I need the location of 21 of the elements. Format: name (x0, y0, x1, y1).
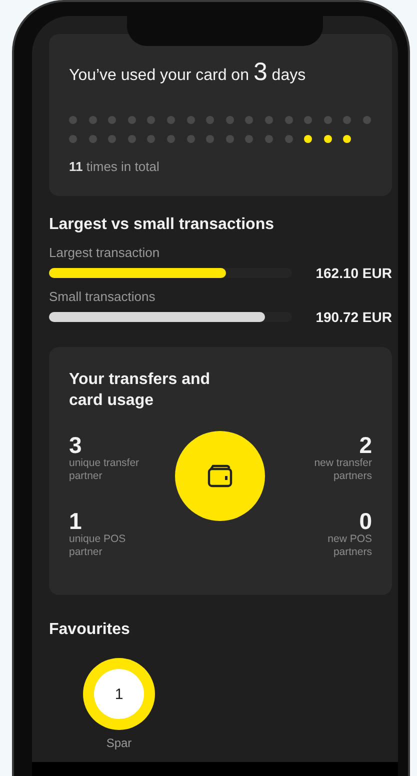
wallet-icon (206, 464, 232, 488)
stat-label: new transfer partners (313, 457, 372, 483)
favourites-title: Favourites (49, 620, 131, 640)
stat-label: unique transfer partner (69, 457, 140, 483)
usage-title: You’ve used your card on 3 days (69, 62, 307, 86)
stat-value: 3 (69, 433, 82, 457)
usage-total: 11 times in total (69, 159, 160, 174)
stat-value: 1 (69, 509, 82, 533)
favourite-ring[interactable]: 1 (83, 658, 155, 730)
bar-label: Largest transaction (49, 245, 161, 261)
amount: 162.10 EUR (316, 265, 392, 281)
stat-label: unique POS partner (69, 533, 127, 559)
stat-value: 2 (359, 433, 372, 457)
favourite-name: Spar (106, 736, 132, 750)
transfers-title: Your transfers and card usage (69, 370, 212, 411)
stat-value: 0 (359, 509, 372, 533)
stat-label: new POS partners (326, 533, 372, 559)
bar-label: Small transactions (49, 289, 156, 305)
amount: 190.72 EUR (316, 309, 392, 325)
section-title: Largest vs small transactions (49, 215, 275, 235)
favourite-count: 1 (94, 669, 144, 719)
